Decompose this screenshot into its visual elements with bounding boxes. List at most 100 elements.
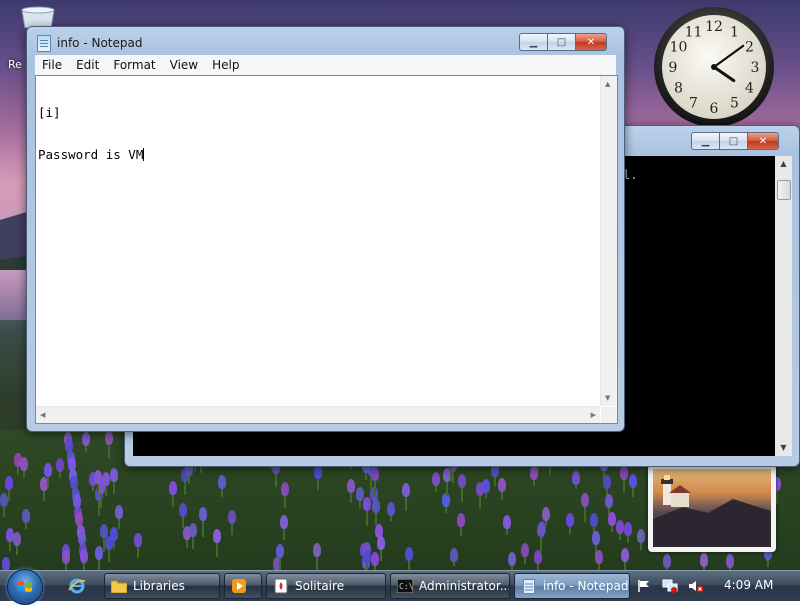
- internet-explorer-icon[interactable]: [66, 575, 88, 597]
- taskbar-button-solitaire[interactable]: Solitaire: [266, 573, 386, 599]
- flower: [377, 536, 385, 550]
- clock-numeral: 12: [705, 19, 723, 35]
- flower: [387, 502, 395, 516]
- flower: [595, 550, 603, 564]
- flower: [314, 465, 322, 479]
- flower: [592, 531, 600, 545]
- flower: [371, 467, 379, 481]
- flower: [110, 468, 118, 482]
- flower: [94, 470, 102, 484]
- menu-edit[interactable]: Edit: [69, 58, 106, 72]
- maximize-button[interactable]: □: [548, 33, 576, 51]
- taskbar-button-libraries[interactable]: Libraries: [104, 573, 220, 599]
- flower: [572, 471, 580, 485]
- taskbar-button-label: info - Notepad: [543, 579, 629, 593]
- flower: [105, 431, 113, 445]
- solitaire-icon: [273, 578, 289, 594]
- scroll-down-arrow-icon[interactable]: ▼: [605, 394, 610, 402]
- menu-bar: File Edit Format View Help: [35, 55, 616, 76]
- taskbar-button-command-prompt[interactable]: C:\ Administrator...: [390, 573, 510, 599]
- menu-file[interactable]: File: [35, 58, 69, 72]
- taskbar-button-label: Solitaire: [295, 579, 345, 593]
- close-button[interactable]: ✕: [576, 33, 607, 51]
- flower: [432, 472, 440, 486]
- flower: [199, 507, 207, 521]
- maximize-button[interactable]: □: [720, 132, 748, 150]
- scroll-up-arrow-icon[interactable]: ▲: [775, 156, 792, 172]
- flower: [405, 547, 413, 561]
- close-button[interactable]: ✕: [748, 132, 779, 150]
- scroll-up-arrow-icon[interactable]: ▲: [605, 80, 610, 88]
- flower: [13, 532, 21, 546]
- notepad-icon: [37, 35, 51, 52]
- flower: [458, 474, 466, 488]
- flower: [95, 546, 103, 560]
- flower: [537, 523, 545, 537]
- flower: [189, 523, 197, 537]
- clock-gadget[interactable]: 12 12 3 45678 9 1011: [650, 6, 778, 128]
- slideshow-gadget[interactable]: [648, 464, 776, 552]
- clock-numeral: 6: [710, 101, 719, 117]
- vertical-scrollbar[interactable]: ▲ ▼: [775, 156, 792, 456]
- flower: [213, 529, 221, 543]
- vertical-scrollbar[interactable]: ▲ ▼: [600, 76, 617, 406]
- taskbar-button-media-player[interactable]: [224, 573, 262, 599]
- flower: [521, 543, 529, 557]
- flower: [726, 554, 734, 568]
- flower: [281, 482, 289, 496]
- clock-numeral: 3: [751, 60, 760, 76]
- notepad-window[interactable]: info - Notepad ▁ □ ✕ File Edit Format Vi…: [26, 26, 625, 432]
- text-editor[interactable]: [i] Password is VM ▲ ▼ ◀ ▶: [35, 75, 618, 424]
- taskbar-button-notepad[interactable]: info - Notepad: [514, 573, 630, 599]
- scroll-down-arrow-icon[interactable]: ▼: [775, 440, 792, 456]
- flower: [581, 493, 589, 507]
- flower: [65, 438, 73, 452]
- flower: [218, 475, 226, 489]
- scroll-right-arrow-icon[interactable]: ▶: [591, 411, 596, 419]
- taskbar-button-label: Libraries: [133, 579, 185, 593]
- flower: [82, 432, 90, 446]
- flower: [80, 549, 88, 563]
- flower: [590, 513, 598, 527]
- scroll-left-arrow-icon[interactable]: ◀: [40, 411, 45, 419]
- flower: [608, 512, 616, 526]
- console-text: l.: [623, 168, 638, 182]
- flower: [56, 458, 64, 472]
- menu-help[interactable]: Help: [205, 58, 246, 72]
- clock-numeral: 10: [670, 40, 688, 56]
- flower: [5, 476, 13, 490]
- menu-view[interactable]: View: [163, 58, 205, 72]
- horizontal-scrollbar[interactable]: ◀ ▶: [36, 406, 600, 423]
- notepad-icon: [521, 578, 537, 594]
- flower: [482, 479, 490, 493]
- flower: [402, 483, 410, 497]
- flower: [280, 515, 288, 529]
- flower: [616, 520, 624, 534]
- window-controls: ▁ □ ✕: [519, 33, 607, 51]
- flower: [44, 463, 52, 477]
- recycle-bin-label[interactable]: Re: [8, 58, 22, 71]
- flower: [0, 493, 8, 507]
- flower: [700, 553, 708, 567]
- action-center-flag-icon[interactable]: [636, 578, 652, 594]
- scroll-thumb[interactable]: [777, 180, 791, 200]
- flower: [179, 503, 187, 517]
- menu-format[interactable]: Format: [106, 58, 162, 72]
- taskbar-clock[interactable]: 4:09 AM: [724, 578, 773, 592]
- flower: [110, 527, 118, 541]
- flower: [2, 557, 10, 570]
- clock-numeral: 4: [745, 81, 754, 97]
- network-icon[interactable]: [662, 578, 678, 594]
- flower: [20, 457, 28, 471]
- recycle-bin-icon[interactable]: [18, 6, 58, 28]
- volume-muted-icon[interactable]: [688, 578, 704, 594]
- minimize-button[interactable]: ▁: [691, 132, 720, 150]
- flower: [624, 522, 632, 536]
- minimize-button[interactable]: ▁: [519, 33, 548, 51]
- flower: [115, 505, 123, 519]
- flower: [169, 481, 177, 495]
- window-title: info - Notepad: [57, 36, 143, 50]
- flower: [629, 474, 637, 488]
- editor-content[interactable]: [i] Password is VM: [38, 78, 145, 190]
- flower: [22, 509, 30, 523]
